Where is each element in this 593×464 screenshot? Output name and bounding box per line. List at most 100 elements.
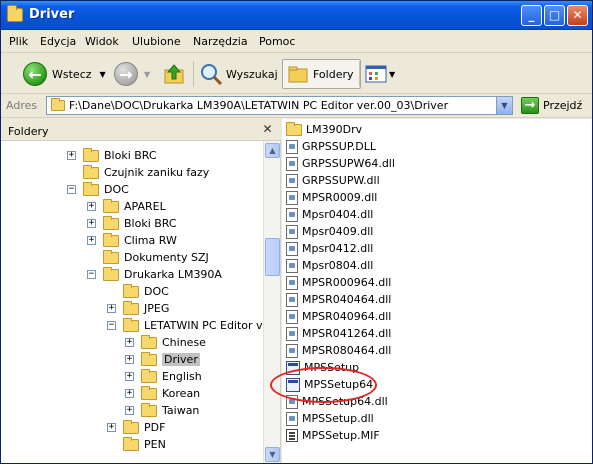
address-dropdown-button[interactable]: ▼ [496, 97, 512, 114]
tree-item[interactable]: + PDF [107, 419, 165, 436]
file-item[interactable]: MPSR040964.dll [286, 308, 391, 325]
tree-item[interactable]: Czujnik zaniku fazy [67, 164, 209, 181]
file-item[interactable]: GRPSSUPW64.dll [286, 155, 395, 172]
tree-item[interactable]: + APAREL [87, 198, 166, 215]
dll-file-icon [286, 275, 298, 290]
tree-item[interactable]: − LETATWIN PC Editor ver. [107, 317, 263, 334]
views-button[interactable]: ▼ [365, 59, 395, 89]
go-label: Przejdź [543, 99, 583, 112]
file-item[interactable]: MPSR040464.dll [286, 291, 391, 308]
scroll-down-icon[interactable]: ▼ [265, 447, 280, 462]
expand-icon[interactable]: + [107, 423, 116, 432]
expand-icon[interactable]: + [107, 304, 116, 313]
minimize-button[interactable]: _ [521, 5, 542, 26]
folder-icon [103, 266, 119, 281]
search-button[interactable]: Wyszukaj [199, 59, 278, 89]
expand-icon[interactable]: + [87, 202, 96, 211]
menu-view[interactable]: Widok [85, 35, 119, 48]
tree-item[interactable]: + Bloki BRC [87, 215, 177, 232]
close-button[interactable]: ✕ [567, 5, 588, 26]
address-input[interactable]: F:\Dane\DOC\Drukarka LM390A\LETATWIN PC … [46, 96, 513, 115]
menu-tools[interactable]: Narzędzia [193, 35, 248, 48]
close-pane-icon[interactable]: ✕ [261, 123, 274, 136]
file-item[interactable]: MPSSetup.MIF [286, 427, 380, 444]
tree-item[interactable]: − DOC [67, 181, 129, 198]
file-list: LM390Drv GRPSSUP.DLL GRPSSUPW64.dll GRPSSUP… [282, 119, 592, 463]
tree-item[interactable]: + Korean [125, 385, 200, 402]
file-name: Mpsr0804.dll [302, 259, 374, 272]
tree-item[interactable]: Dokumenty SZJ [87, 249, 209, 266]
up-folder-button[interactable] [162, 59, 186, 89]
tree-item-label: Bloki BRC [124, 217, 177, 230]
dll-file-icon [286, 292, 298, 307]
tree-item[interactable]: DOC [107, 283, 169, 300]
file-item[interactable]: GRPSSUP.DLL [286, 138, 376, 155]
tree-item-label: DOC [144, 285, 169, 298]
menu-file[interactable]: Plik [9, 35, 28, 48]
folders-scrollbar[interactable]: ▲ ▼ [263, 141, 280, 463]
file-item[interactable]: GRPSSUPW.dll [286, 172, 380, 189]
expand-icon[interactable]: + [67, 151, 76, 160]
go-button[interactable]: → Przejdź [521, 97, 582, 114]
collapse-icon[interactable]: − [107, 321, 116, 330]
file-item[interactable]: MPSR0009.dll [286, 189, 377, 206]
folders-pane-title: Foldery [8, 125, 49, 138]
forward-dropdown-icon[interactable]: ▼ [144, 70, 150, 79]
tree-item-label: English [162, 370, 202, 383]
folder-icon [123, 317, 139, 332]
file-item[interactable]: MPSSetup.dll [286, 410, 374, 427]
scroll-up-icon[interactable]: ▲ [265, 143, 280, 158]
tree-item[interactable]: PEN [107, 436, 166, 453]
expand-icon[interactable]: + [125, 355, 134, 364]
tree-item[interactable]: + Chinese [125, 334, 206, 351]
forward-button[interactable]: → ▼ [114, 59, 150, 89]
collapse-icon[interactable]: − [87, 270, 96, 279]
collapse-icon[interactable]: − [67, 185, 76, 194]
folders-label: Foldery [313, 67, 354, 81]
file-item[interactable]: Mpsr0404.dll [286, 206, 373, 223]
menu-bar: Plik Edycja Widok Ulubione Narzędzia Pom… [1, 30, 592, 79]
back-label: Wstecz [52, 67, 92, 81]
dll-file-icon [286, 173, 298, 188]
tree-item[interactable]: + Driver [125, 351, 200, 368]
expand-icon[interactable]: + [87, 236, 96, 245]
go-arrow-icon: → [521, 97, 539, 114]
expand-icon[interactable]: + [125, 406, 134, 415]
expand-icon[interactable]: + [125, 338, 134, 347]
tree-item[interactable]: + Taiwan [125, 402, 199, 419]
file-item[interactable]: Mpsr0412.dll [286, 240, 373, 257]
scroll-thumb[interactable] [265, 238, 280, 276]
file-item[interactable]: Mpsr0409.dll [286, 223, 373, 240]
tree-item[interactable]: − Drukarka LM390A [87, 266, 222, 283]
tree-item[interactable]: + Clima RW [87, 232, 177, 249]
back-dropdown-icon[interactable]: ▼ [100, 70, 106, 79]
folder-icon [83, 164, 99, 179]
file-item[interactable]: Mpsr0804.dll [286, 257, 373, 274]
file-item[interactable]: LM390Drv [286, 121, 362, 138]
expand-icon[interactable]: + [125, 372, 134, 381]
toolbar-separator [359, 61, 360, 87]
expand-icon[interactable]: + [125, 389, 134, 398]
expand-icon[interactable]: + [87, 219, 96, 228]
dll-file-icon [286, 241, 298, 256]
tree-item[interactable]: + English [125, 368, 202, 385]
file-item[interactable]: MPSR000964.dll [286, 274, 391, 291]
menu-help[interactable]: Pomoc [259, 35, 295, 48]
folders-button[interactable]: Foldery [282, 59, 361, 89]
toolbar-separator [193, 61, 194, 87]
tree-item[interactable]: + Bloki BRC [67, 147, 157, 164]
folder-icon [141, 351, 157, 366]
forward-arrow-icon: → [114, 62, 138, 86]
tree-item[interactable]: + JPEG [107, 300, 169, 317]
title-bar[interactable]: Driver _ □ ✕ [1, 1, 592, 30]
folder-icon [103, 249, 119, 264]
file-item[interactable]: MPSR041264.dll [286, 325, 391, 342]
search-icon [201, 64, 223, 86]
back-button[interactable]: ← Wstecz ▼ [23, 59, 106, 89]
menu-edit[interactable]: Edycja [40, 35, 76, 48]
maximize-button[interactable]: □ [544, 5, 565, 26]
tree-item-label: APAREL [124, 200, 166, 213]
dll-file-icon [286, 156, 298, 171]
file-item[interactable]: MPSR080464.dll [286, 342, 391, 359]
menu-favorites[interactable]: Ulubione [132, 35, 181, 48]
